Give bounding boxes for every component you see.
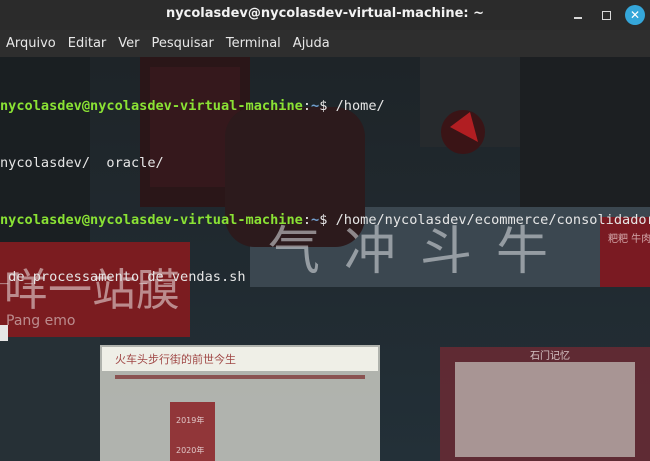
terminal-line-1: nycolasdev@nycolasdev-virtual-machine:~$… (0, 98, 385, 114)
prompt-path: ~ (311, 98, 320, 114)
menu-arquivo[interactable]: Arquivo (0, 36, 62, 51)
terminal-line-5 (0, 325, 650, 344)
close-icon: ✕ (629, 8, 641, 22)
command-text: /home/ (335, 98, 385, 114)
maximize-icon (601, 10, 611, 20)
poster-left-year-1: 2019年 (176, 415, 204, 425)
maximize-button[interactable] (596, 5, 616, 25)
terminal-area[interactable]: 气冲斗牛 咩一站膜 Pang emo 粑粑 牛肉 火锅 火车头步行街的前世今生 … (0, 57, 650, 461)
terminal-window: nycolasdev@nycolasdev-virtual-machine: ~… (0, 0, 650, 461)
title-bar[interactable]: nycolasdev@nycolasdev-virtual-machine: ~… (0, 0, 650, 30)
prompt-path: ~ (311, 212, 320, 228)
menu-terminal[interactable]: Terminal (220, 36, 287, 51)
window-title: nycolasdev@nycolasdev-virtual-machine: ~ (165, 6, 485, 21)
minimize-icon (574, 17, 582, 19)
minimize-button[interactable] (568, 5, 588, 25)
menu-ajuda[interactable]: Ajuda (287, 36, 336, 51)
menu-ver[interactable]: Ver (112, 36, 145, 51)
menu-editar[interactable]: Editar (62, 36, 113, 51)
terminal-line-2: nycolasdev/ oracle/ (0, 154, 650, 173)
menu-bar: Arquivo Editar Ver Pesquisar Terminal Aj… (0, 30, 650, 57)
terminal-line-3: nycolasdev@nycolasdev-virtual-machine:~$… (0, 211, 650, 230)
command-continuation: _de_processamento_de_vendas.sh (0, 269, 246, 285)
poster-left-year-2: 2020年 (176, 445, 204, 455)
text-cursor (0, 325, 8, 341)
terminal-line-4: _de_processamento_de_vendas.sh (0, 268, 650, 287)
command-text: /home/nycolasdev/ecommerce/consolidador (335, 212, 650, 228)
close-button[interactable]: ✕ (625, 5, 645, 25)
menu-pesquisar[interactable]: Pesquisar (146, 36, 220, 51)
terminal-output: nycolasdev@nycolasdev-virtual-machine:~$… (0, 59, 650, 382)
prompt-user: nycolasdev@nycolasdev-virtual-machine (0, 212, 303, 228)
output-text: nycolasdev/ oracle/ (0, 155, 164, 171)
prompt-user: nycolasdev@nycolasdev-virtual-machine (0, 98, 303, 114)
